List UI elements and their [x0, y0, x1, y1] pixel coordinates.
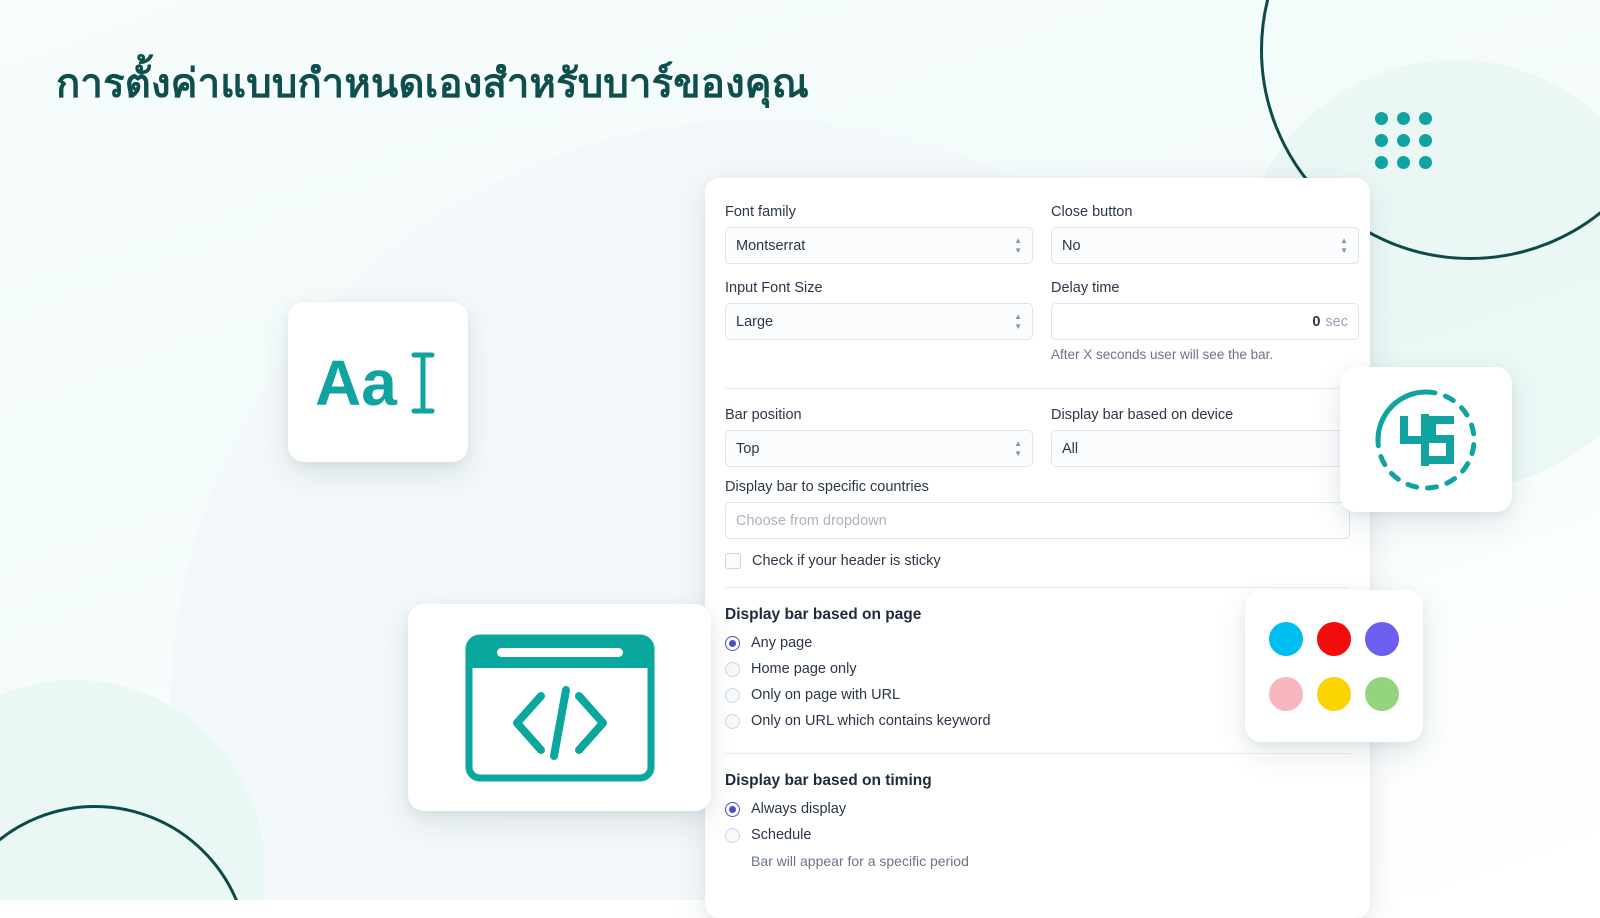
- svg-text:Aa: Aa: [315, 347, 397, 417]
- dot-grid-decoration: [1375, 112, 1441, 178]
- radio-label: Always display: [751, 801, 847, 817]
- grid-dot: [1419, 112, 1432, 125]
- browser-code-icon: [465, 634, 654, 781]
- color-swatch-cyan: [1269, 621, 1303, 656]
- field-font-family: Font family Montserrat ▲ ▼: [725, 204, 1033, 264]
- delay-time-input[interactable]: 0 sec: [1051, 303, 1359, 340]
- sticky-header-label: Check if your header is sticky: [752, 553, 941, 569]
- countries-label: Display bar to specific countries: [725, 479, 929, 495]
- field-delay-time: Delay time 0 sec After X seconds user wi…: [1051, 280, 1359, 362]
- radio-icon[interactable]: [725, 827, 740, 843]
- timing-rules-title: Display bar based on timing: [725, 772, 932, 789]
- bar-position-label: Bar position: [725, 407, 802, 423]
- radio-label: Home page only: [751, 661, 857, 677]
- grid-dot: [1375, 156, 1388, 169]
- delay-time-value: 0: [1312, 313, 1321, 330]
- grid-dot: [1397, 112, 1410, 125]
- color-palette-icon: [1262, 611, 1406, 721]
- appearance-section: Font family Montserrat ▲ ▼ Close button N…: [725, 196, 1359, 388]
- grid-dot: [1375, 112, 1388, 125]
- field-countries: Display bar to specific countries Choose…: [725, 479, 1350, 539]
- color-swatch-pink: [1269, 676, 1303, 711]
- bar-position-select[interactable]: Top ▲ ▼: [725, 430, 1033, 467]
- radio-icon[interactable]: [725, 687, 740, 703]
- settings-panel: Font family Montserrat ▲ ▼ Close button N…: [705, 178, 1370, 918]
- font-family-label: Font family: [725, 204, 796, 220]
- color-swatch-purple: [1365, 621, 1399, 656]
- grid-dot: [1419, 134, 1432, 147]
- timing-rules-section: Display bar based on timing Always displ…: [725, 753, 1350, 883]
- timer-feature-card: [1340, 367, 1512, 512]
- text-cursor-icon: Aa: [315, 347, 435, 417]
- font-family-select[interactable]: Montserrat ▲ ▼: [725, 227, 1033, 264]
- close-button-label: Close button: [1051, 204, 1133, 220]
- delay-time-unit: sec: [1325, 313, 1348, 330]
- display-device-label: Display bar based on device: [1051, 407, 1234, 423]
- field-input-font-size: Input Font Size Large ▲ ▼: [725, 280, 1033, 362]
- targeting-section: Bar position Top ▲ ▼ Display bar based on…: [725, 388, 1359, 587]
- close-button-value: No: [1062, 237, 1081, 254]
- page-title: การตั้งค่าแบบกำหนดเองสำหรับบาร์ของคุณ: [56, 62, 810, 106]
- radio-icon[interactable]: [725, 635, 740, 651]
- color-swatch-green: [1365, 676, 1399, 711]
- chevron-updown-icon: ▲ ▼: [1014, 312, 1022, 331]
- delay-time-hint: After X seconds user will see the bar.: [1051, 347, 1274, 362]
- radio-icon[interactable]: [725, 661, 740, 677]
- input-font-size-select[interactable]: Large ▲ ▼: [725, 303, 1033, 340]
- countries-input[interactable]: Choose from dropdown: [725, 502, 1350, 539]
- chevron-updown-icon: ▲ ▼: [1014, 439, 1022, 458]
- radio-label: Only on page with URL: [751, 687, 901, 703]
- display-device-value: All: [1062, 440, 1079, 457]
- radio-icon[interactable]: [725, 713, 740, 729]
- chevron-updown-icon: ▲ ▼: [1340, 236, 1348, 255]
- font-feature-card: Aa: [288, 302, 468, 462]
- input-font-size-value: Large: [736, 313, 774, 330]
- color-swatch-yellow: [1317, 676, 1351, 711]
- color-swatch-red: [1317, 621, 1351, 656]
- chevron-updown-icon: ▲ ▼: [1014, 236, 1022, 255]
- field-close-button: Close button No ▲ ▼: [1051, 204, 1359, 264]
- radio-always-display[interactable]: Always display: [725, 801, 1350, 817]
- dashed-timer-icon: [1375, 389, 1477, 490]
- field-display-device: Display bar based on device All: [1051, 407, 1359, 467]
- font-family-value: Montserrat: [736, 237, 806, 254]
- grid-dot: [1397, 134, 1410, 147]
- radio-icon[interactable]: [725, 801, 740, 817]
- checkbox-icon[interactable]: [725, 553, 741, 569]
- bar-position-value: Top: [736, 440, 760, 457]
- sticky-header-checkbox-row[interactable]: Check if your header is sticky: [725, 553, 1350, 569]
- color-feature-card: [1245, 590, 1423, 742]
- grid-dot: [1419, 156, 1432, 169]
- countries-placeholder: Choose from dropdown: [736, 512, 887, 529]
- grid-dot: [1397, 156, 1410, 169]
- display-device-select[interactable]: All: [1051, 430, 1359, 467]
- radio-schedule[interactable]: Schedule: [725, 827, 1350, 843]
- radio-label: Only on URL which contains keyword: [751, 713, 991, 729]
- delay-time-label: Delay time: [1051, 280, 1120, 296]
- radio-label: Schedule: [751, 827, 812, 843]
- radio-label: Any page: [751, 635, 813, 651]
- input-font-size-label: Input Font Size: [725, 280, 823, 296]
- field-bar-position: Bar position Top ▲ ▼: [725, 407, 1033, 467]
- close-button-select[interactable]: No ▲ ▼: [1051, 227, 1359, 264]
- grid-dot: [1375, 134, 1388, 147]
- timing-rules-hint: Bar will appear for a specific period: [751, 853, 969, 869]
- code-feature-card: [408, 604, 711, 811]
